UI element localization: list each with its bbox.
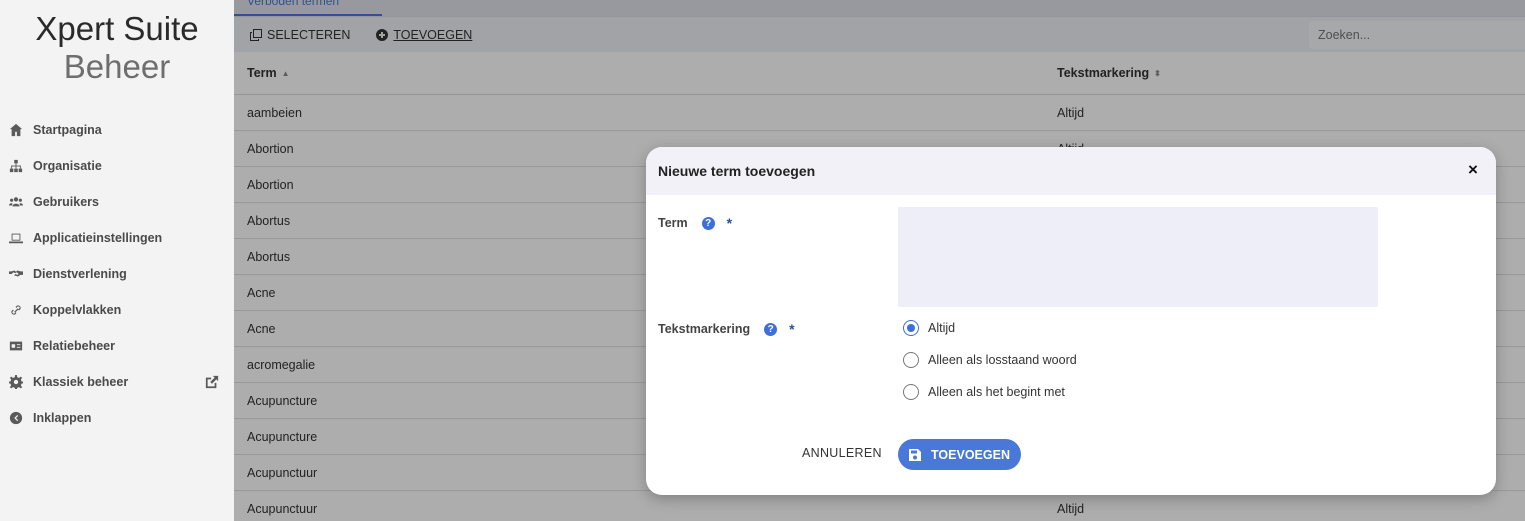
radio-label: Alleen als het begint met (928, 385, 1065, 399)
laptop-icon (8, 230, 24, 246)
sidebar-nav: Startpagina Organisatie Gebruikers Appli… (0, 112, 234, 436)
sidebar-item-label: Koppelvlakken (33, 303, 122, 317)
submit-add-button[interactable]: TOEVOEGEN (898, 439, 1021, 470)
handshake-icon (8, 266, 24, 282)
tekstmarkering-label: Tekstmarkering ? * (658, 321, 795, 337)
radio-button-checked[interactable] (903, 320, 919, 336)
sidebar-item-inklappen[interactable]: Inklappen (0, 400, 234, 436)
radio-label: Altijd (928, 321, 956, 335)
dialog-header: Nieuwe term toevoegen × (646, 147, 1496, 195)
required-marker: * (726, 215, 733, 231)
sitemap-icon (8, 158, 24, 174)
sidebar-item-klassiek-beheer[interactable]: Klassiek beheer (0, 364, 234, 400)
sidebar-item-label: Startpagina (33, 123, 102, 137)
sidebar-item-label: Dienstverlening (33, 267, 127, 281)
sidebar-item-label: Inklappen (33, 411, 92, 425)
dialog-title: Nieuwe term toevoegen (658, 163, 816, 179)
radio-button[interactable] (903, 352, 919, 368)
sidebar-item-gebruikers[interactable]: Gebruikers (0, 184, 234, 220)
sidebar-item-relatiebeheer[interactable]: Relatiebeheer (0, 328, 234, 364)
gear-icon (8, 374, 24, 390)
users-icon (8, 194, 24, 210)
required-marker: * (789, 321, 795, 337)
sidebar-item-dienstverlening[interactable]: Dienstverlening (0, 256, 234, 292)
home-icon (8, 122, 24, 138)
link-icon (8, 302, 24, 318)
brand-logo: Xpert Suite Beheer (0, 0, 234, 86)
sidebar-item-label: Klassiek beheer (33, 375, 129, 389)
sidebar-item-label: Gebruikers (33, 195, 100, 209)
term-label-text: Term (658, 216, 688, 230)
submit-label: TOEVOEGEN (931, 447, 1010, 462)
sidebar-item-label: Organisatie (33, 159, 102, 173)
sidebar-item-koppelvlakken[interactable]: Koppelvlakken (0, 292, 234, 328)
radio-dot (907, 324, 915, 332)
sidebar: Xpert Suite Beheer Startpagina Organisat… (0, 0, 234, 521)
radio-altijd[interactable]: Altijd (903, 320, 955, 336)
brand-title: Xpert Suite (35, 10, 199, 47)
radio-label: Alleen als losstaand woord (928, 353, 1077, 367)
tekstmarkering-label-text: Tekstmarkering (658, 322, 751, 336)
term-label: Term ? * (658, 215, 732, 231)
external-link-icon[interactable] (205, 375, 220, 390)
chevron-left-circle-icon (8, 410, 24, 426)
sidebar-item-applicatieinstellingen[interactable]: Applicatieinstellingen (0, 220, 234, 256)
sidebar-item-startpagina[interactable]: Startpagina (0, 112, 234, 148)
radio-alleen-begint-met[interactable]: Alleen als het begint met (903, 384, 1065, 400)
save-icon (909, 448, 922, 461)
close-icon[interactable]: × (1468, 161, 1482, 178)
cancel-button[interactable]: ANNULEREN (802, 446, 882, 460)
radio-button[interactable] (903, 384, 919, 400)
sidebar-item-organisatie[interactable]: Organisatie (0, 148, 234, 184)
id-card-icon (8, 338, 24, 354)
sidebar-item-label: Relatiebeheer (33, 339, 115, 353)
sidebar-item-label: Applicatieinstellingen (33, 231, 163, 245)
brand-subtitle: Beheer (63, 48, 171, 85)
radio-alleen-losstaand-woord[interactable]: Alleen als losstaand woord (903, 352, 1077, 368)
help-icon[interactable]: ? (701, 216, 715, 230)
add-term-dialog: Nieuwe term toevoegen × Term ? * Tekstma… (646, 147, 1496, 495)
term-input[interactable] (898, 207, 1378, 307)
help-icon[interactable]: ? (764, 322, 778, 336)
